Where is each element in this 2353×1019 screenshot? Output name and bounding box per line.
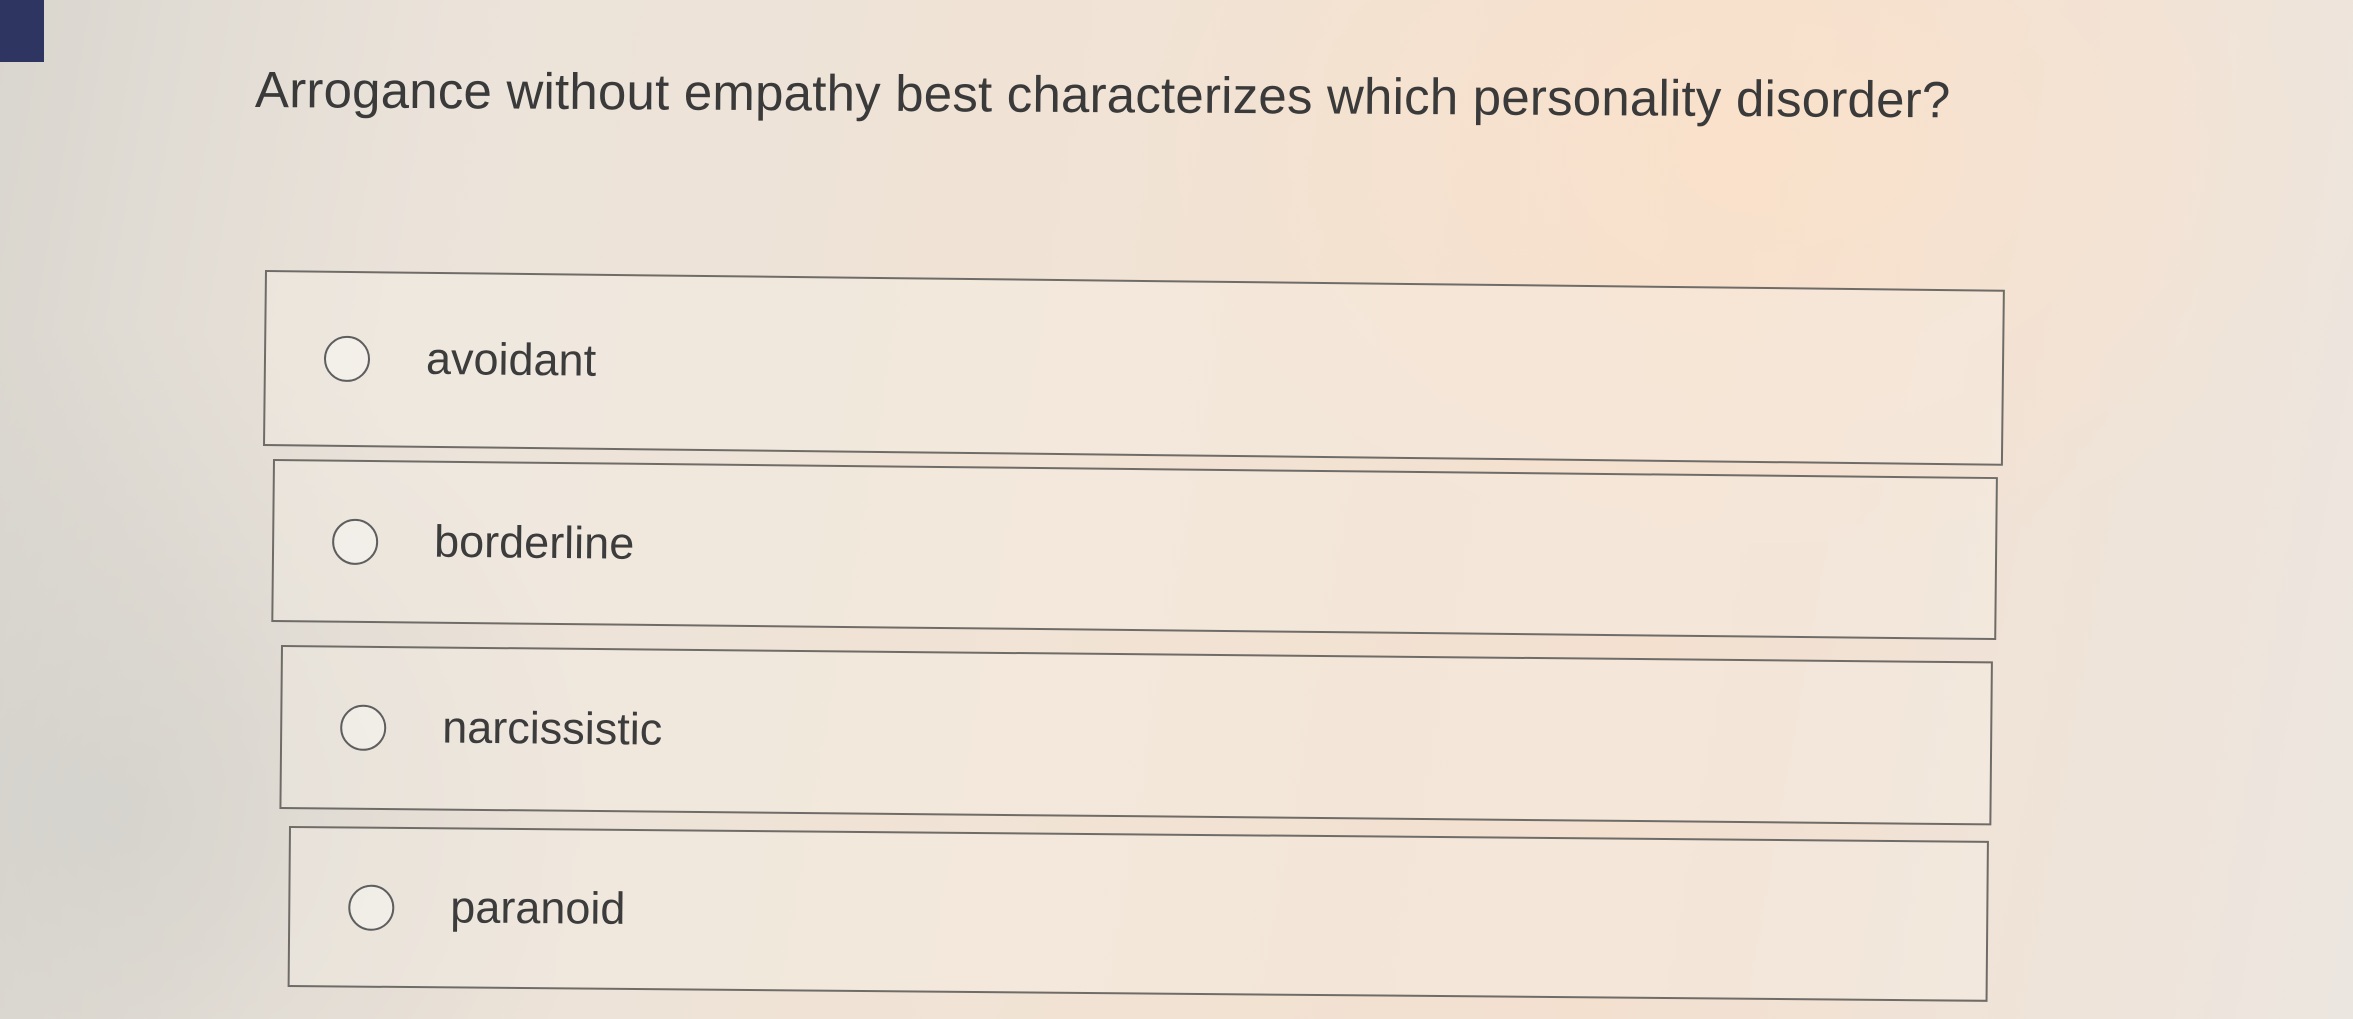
option-narcissistic[interactable]: narcissistic <box>279 645 1993 826</box>
option-label: paranoid <box>450 880 626 934</box>
question-text: Arrogance without empathy best character… <box>254 61 1951 129</box>
radio-button-icon[interactable] <box>331 518 379 565</box>
corner-tab <box>0 0 44 62</box>
option-label: avoidant <box>425 332 597 386</box>
option-avoidant[interactable]: avoidant <box>263 270 2005 466</box>
option-paranoid[interactable]: paranoid <box>287 826 1989 1002</box>
option-label: borderline <box>433 515 635 569</box>
radio-button-icon[interactable] <box>339 704 387 752</box>
option-label: narcissistic <box>441 701 663 755</box>
radio-button-icon[interactable] <box>348 884 395 931</box>
option-borderline[interactable]: borderline <box>271 459 1998 641</box>
radio-button-icon[interactable] <box>323 335 371 383</box>
